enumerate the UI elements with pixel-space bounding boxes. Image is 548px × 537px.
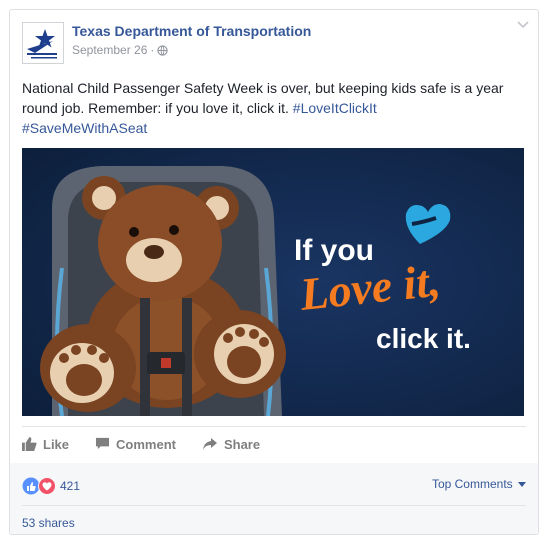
post-date[interactable]: September 26: [72, 43, 147, 57]
page-name-link[interactable]: Texas Department of Transportation: [72, 23, 311, 39]
caret-down-icon: [518, 481, 526, 487]
txdot-logo-icon: [27, 29, 57, 59]
meta-separator: ·: [150, 43, 155, 57]
car-seat-bear-illustration: If you Love it, click it.: [22, 148, 524, 416]
actions-divider-top: [22, 426, 526, 427]
chevron-down-icon[interactable]: [516, 20, 530, 30]
post-body: National Child Passenger Safety Week is …: [22, 78, 528, 138]
comment-label: Comment: [116, 436, 176, 452]
shares-count-link[interactable]: 53 shares: [22, 516, 75, 530]
share-arrow-icon: [202, 438, 217, 450]
globe-icon: [157, 44, 169, 56]
post-message: National Child Passenger Safety Week is …: [22, 80, 504, 116]
page-avatar[interactable]: [22, 22, 64, 64]
footer-divider: [22, 505, 526, 506]
comment-icon: [95, 437, 110, 450]
post-meta: September 26 ·: [72, 43, 169, 57]
share-button[interactable]: Share: [202, 437, 260, 452]
post-footer: 421 Top Comments 53 shares: [10, 463, 538, 534]
share-label: Share: [223, 436, 261, 452]
thumbs-up-icon: [22, 437, 37, 451]
post-card: Texas Department of Transportation Septe…: [9, 9, 539, 535]
hashtag-loveitclickit[interactable]: #LoveItClickIt: [293, 100, 377, 116]
post-image[interactable]: If you Love it, click it.: [22, 148, 524, 416]
comment-button[interactable]: Comment: [95, 437, 176, 452]
post-header: Texas Department of Transportation Septe…: [10, 10, 538, 70]
like-label: Like: [43, 436, 70, 452]
post-actions-bar: Like Comment Share: [22, 428, 526, 460]
hashtag-savemewithaseat[interactable]: #SaveMeWithASeat: [22, 120, 147, 136]
top-comments-label: Top Comments: [431, 477, 513, 491]
image-text-click-it: click it.: [376, 323, 471, 354]
like-button[interactable]: Like: [22, 437, 69, 452]
love-reaction-icon: [38, 477, 56, 495]
reaction-count[interactable]: 421: [60, 479, 80, 493]
top-comments-dropdown[interactable]: Top Comments: [432, 477, 526, 491]
